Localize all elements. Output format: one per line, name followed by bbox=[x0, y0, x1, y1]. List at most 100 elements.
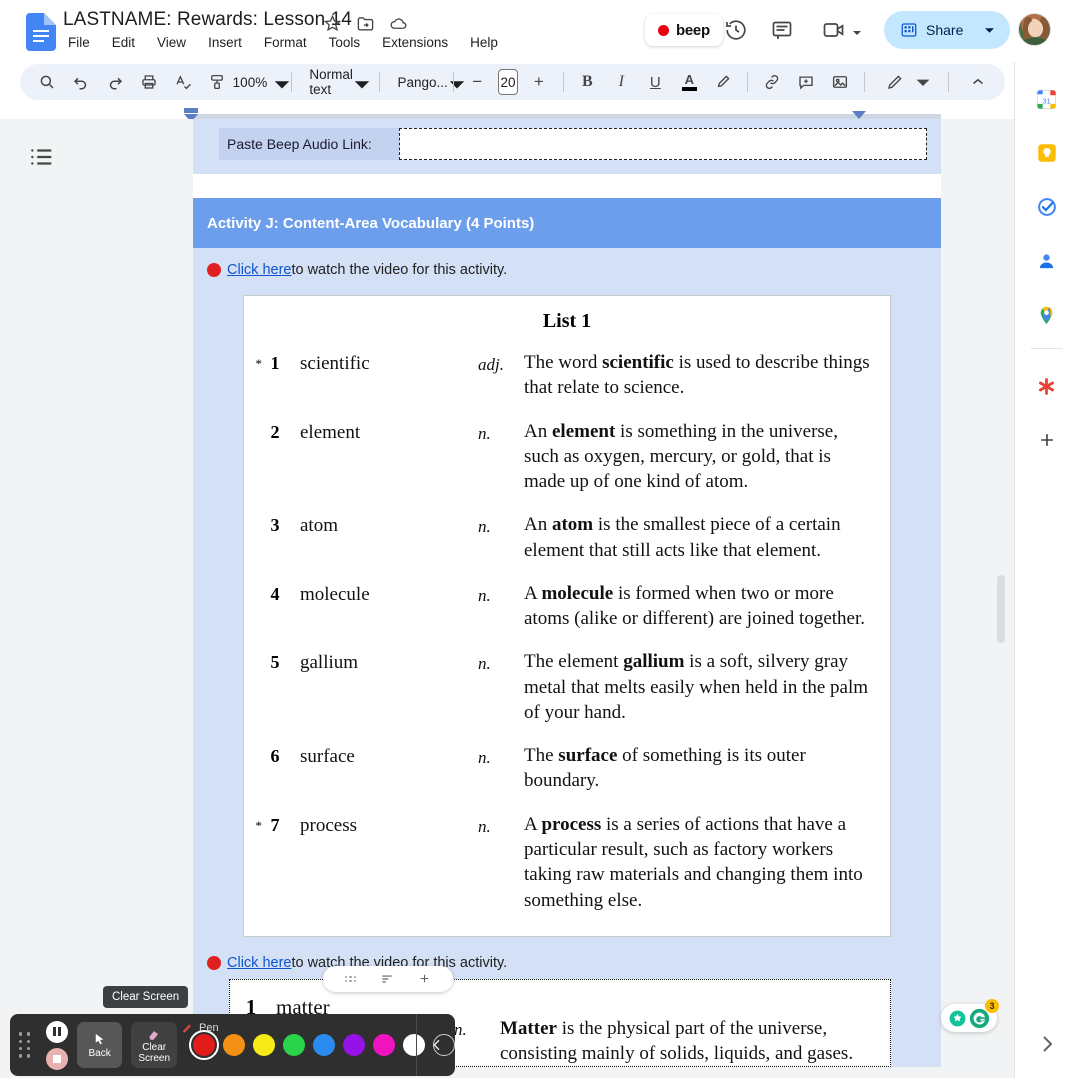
add-comment-icon[interactable] bbox=[792, 68, 820, 96]
table-controls bbox=[323, 965, 453, 992]
paste-link-input[interactable] bbox=[399, 128, 927, 160]
color-swatch-yellow[interactable] bbox=[252, 1034, 275, 1056]
menu-extensions[interactable]: Extensions bbox=[379, 34, 451, 51]
table-drag-handle-icon[interactable] bbox=[344, 975, 357, 982]
expand-side-panel-icon[interactable] bbox=[1035, 1032, 1059, 1056]
menu-file[interactable]: File bbox=[65, 34, 93, 51]
avatar[interactable] bbox=[1018, 13, 1051, 46]
beep-record-button[interactable]: beep bbox=[645, 14, 723, 46]
vocabulary-row: * 7 process n. A process is a series of … bbox=[244, 803, 890, 922]
table-options-icon[interactable] bbox=[380, 972, 394, 986]
toolbar-drag-handle-icon[interactable] bbox=[19, 1032, 42, 1058]
text-color-button[interactable]: A bbox=[675, 68, 703, 96]
hide-menus-chevron-up-icon[interactable] bbox=[964, 68, 992, 96]
sidebar-item-tasks[interactable] bbox=[1030, 190, 1064, 224]
paint-format-icon[interactable] bbox=[203, 68, 231, 96]
zoom-selector[interactable]: 100% bbox=[233, 68, 290, 96]
menu-insert[interactable]: Insert bbox=[205, 34, 245, 51]
undo-icon[interactable] bbox=[67, 68, 95, 96]
increase-font-size-button[interactable]: + bbox=[525, 68, 553, 96]
color-swatch-magenta[interactable] bbox=[372, 1034, 395, 1056]
vertical-scrollbar-thumb[interactable] bbox=[997, 575, 1005, 643]
recording-controls bbox=[45, 1020, 68, 1070]
google-calendar-icon: 31 bbox=[1036, 89, 1057, 109]
paragraph-style-selector[interactable]: Normal text bbox=[301, 67, 370, 97]
vocab-definition-1: The word scientific is used to describe … bbox=[524, 352, 870, 399]
sidebar-item-maps[interactable] bbox=[1030, 298, 1064, 332]
toolbar-divider-7 bbox=[948, 72, 949, 92]
avatar-face bbox=[1028, 20, 1043, 37]
sidebar-item-addon[interactable] bbox=[1030, 369, 1064, 403]
vocab-definition-3: An atom is the smallest piece of a certa… bbox=[524, 514, 841, 561]
clear-screen-label-2: Screen bbox=[138, 1052, 171, 1064]
comments-icon[interactable] bbox=[770, 18, 794, 42]
meet-chevron-down-icon[interactable] bbox=[852, 25, 862, 35]
click-here-link-2[interactable]: Click here bbox=[227, 955, 291, 971]
clear-screen-button[interactable]: Clear Screen bbox=[131, 1022, 177, 1068]
underline-button[interactable]: U bbox=[641, 68, 669, 96]
google-docs-logo-icon bbox=[26, 13, 56, 51]
star-icon[interactable] bbox=[323, 14, 342, 33]
active-tool-label: Pen bbox=[199, 1022, 219, 1034]
sidebar-item-calendar[interactable]: 31 bbox=[1030, 82, 1064, 116]
grammarly-widget[interactable]: 3 bbox=[941, 999, 999, 1032]
editing-mode-chevron-down-icon[interactable] bbox=[915, 68, 931, 96]
pause-recording-button[interactable] bbox=[45, 1020, 68, 1043]
color-swatch-blue[interactable] bbox=[312, 1034, 335, 1056]
menu-format[interactable]: Format bbox=[261, 34, 310, 51]
back-button[interactable]: Back bbox=[76, 1022, 123, 1068]
document-page[interactable]: Paste Beep Audio Link: Activity J: Conte… bbox=[193, 119, 941, 1068]
menu-help[interactable]: Help bbox=[467, 34, 501, 51]
google-meet-icon[interactable] bbox=[822, 18, 846, 42]
color-swatch-red[interactable] bbox=[188, 1030, 219, 1060]
bold-button[interactable]: B bbox=[573, 68, 601, 96]
version-history-icon[interactable] bbox=[724, 18, 748, 42]
vocab2-definition-1: Matter is the physical part of the unive… bbox=[500, 1017, 854, 1065]
vertical-scrollbar-track[interactable] bbox=[997, 119, 1010, 1078]
show-outline-icon[interactable] bbox=[28, 144, 54, 170]
vocab-star-3 bbox=[252, 512, 262, 518]
menu-view[interactable]: View bbox=[154, 34, 189, 51]
vocabulary-row: 4 molecule n. A molecule is formed when … bbox=[244, 572, 890, 641]
title-bar: LASTNAME: Rewards: Lesson 14 File Edit V… bbox=[0, 0, 1051, 62]
color-swatch-orange[interactable] bbox=[222, 1034, 245, 1056]
sidebar-item-add-addon[interactable] bbox=[1030, 423, 1064, 457]
font-selector[interactable]: Pango... bbox=[389, 68, 464, 96]
color-swatch-purple[interactable] bbox=[342, 1034, 365, 1056]
redo-icon[interactable] bbox=[101, 68, 129, 96]
menu-bar: File Edit View Insert Format Tools Exten… bbox=[65, 34, 501, 51]
vocab-pos-4: n. bbox=[478, 585, 491, 605]
font-size-input[interactable]: 20 bbox=[498, 69, 518, 95]
menu-edit[interactable]: Edit bbox=[109, 34, 138, 51]
click-here-link-1[interactable]: Click here bbox=[227, 262, 291, 278]
move-to-folder-icon[interactable] bbox=[356, 14, 375, 33]
sidebar-item-contacts[interactable] bbox=[1030, 244, 1064, 278]
decrease-font-size-button[interactable]: − bbox=[463, 68, 491, 96]
spellcheck-icon[interactable] bbox=[169, 68, 197, 96]
toolbar-divider-3 bbox=[452, 72, 454, 92]
formatting-toolbar: 100% Normal text Pango... − 20 + B I U A bbox=[20, 64, 1005, 100]
insert-image-icon[interactable] bbox=[826, 68, 854, 96]
document-title[interactable]: LASTNAME: Rewards: Lesson 14 bbox=[63, 9, 352, 31]
italic-button[interactable]: I bbox=[607, 68, 635, 96]
text-color-letter: A bbox=[684, 72, 695, 87]
cloud-saved-icon[interactable] bbox=[389, 14, 408, 33]
print-icon[interactable] bbox=[135, 68, 163, 96]
right-indent-marker[interactable] bbox=[852, 111, 866, 119]
vocab-word-6: surface bbox=[300, 746, 355, 768]
collapse-annotation-toolbar-icon[interactable] bbox=[416, 1014, 445, 1076]
sidebar-item-keep[interactable] bbox=[1030, 136, 1064, 170]
menu-tools[interactable]: Tools bbox=[326, 34, 364, 51]
search-icon[interactable] bbox=[33, 68, 61, 96]
share-chevron-down-icon[interactable] bbox=[968, 11, 1010, 49]
table-insert-icon[interactable] bbox=[418, 972, 431, 985]
insert-link-icon[interactable] bbox=[758, 68, 786, 96]
beep-label: beep bbox=[676, 21, 710, 39]
highlight-color-icon[interactable] bbox=[709, 68, 737, 96]
stop-recording-button[interactable] bbox=[45, 1047, 68, 1070]
document-canvas[interactable]: Paste Beep Audio Link: Activity J: Conte… bbox=[0, 119, 1014, 1078]
color-swatch-green[interactable] bbox=[282, 1034, 305, 1056]
editing-mode-pencil-icon[interactable] bbox=[881, 68, 909, 96]
vocab-star-7: * bbox=[255, 817, 263, 833]
activity-body: Click here to watch the video for this a… bbox=[193, 248, 941, 1068]
